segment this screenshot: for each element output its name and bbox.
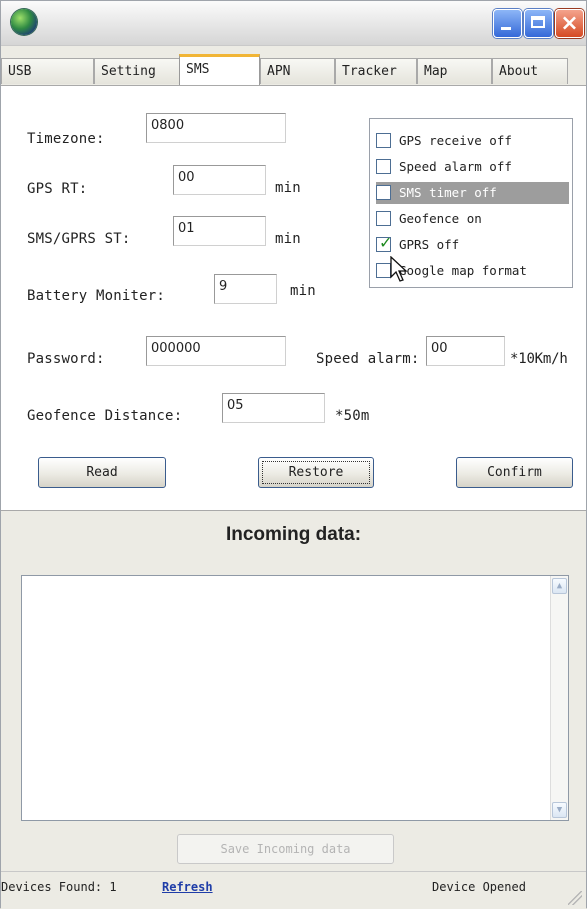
option-geofence-on[interactable]: Geofence on xyxy=(376,208,569,230)
status-bar: Devices Found: 1 Refresh Device Opened xyxy=(1,871,586,909)
sms-gprs-unit: min xyxy=(275,231,301,247)
checkbox-icon[interactable] xyxy=(376,159,391,174)
scroll-up-icon[interactable]: ▲ xyxy=(552,578,567,594)
tab-tracker[interactable]: Tracker xyxy=(335,58,417,84)
password-label: Password: xyxy=(27,351,105,367)
tab-label: USB xyxy=(8,64,32,79)
tab-bar: USB Setting SMS APN Tracker Map About xyxy=(1,54,586,85)
checkbox-icon[interactable] xyxy=(376,185,391,200)
option-gps-receive-off[interactable]: GPS receive off xyxy=(376,130,569,152)
geofence-distance-unit: *50m xyxy=(335,408,370,424)
tab-usb[interactable]: USB xyxy=(1,58,94,84)
option-label: GPS receive off xyxy=(399,133,512,148)
tab-map[interactable]: Map xyxy=(417,58,492,84)
tab-label: Tracker xyxy=(342,64,397,79)
speed-alarm-label: Speed alarm: xyxy=(316,351,420,367)
option-label: GPRS off xyxy=(399,237,460,252)
geofence-distance-input[interactable]: 05 xyxy=(222,393,325,423)
gps-rt-label: GPS RT: xyxy=(27,181,88,197)
checkmark-icon: ✓ xyxy=(379,233,393,252)
scroll-down-icon[interactable]: ▼ xyxy=(552,802,567,818)
option-sms-timer-off[interactable]: SMS timer off xyxy=(376,182,569,204)
checkbox-checked-icon[interactable]: ✓ xyxy=(376,233,392,252)
option-label: Speed alarm off xyxy=(399,159,512,174)
focus-outline xyxy=(262,461,370,484)
battery-monitor-input[interactable]: 9 xyxy=(214,274,277,304)
devices-found-text: Devices Found: 1 xyxy=(1,880,117,894)
minimize-button[interactable] xyxy=(493,9,522,38)
sms-settings-panel: Timezone: 0800 GPS RT: 00 min SMS/GPRS S… xyxy=(1,85,586,511)
incoming-data-textarea[interactable]: ▲ ▼ xyxy=(21,575,569,821)
tab-label: Map xyxy=(424,64,448,79)
mouse-pointer-icon xyxy=(390,256,408,282)
save-incoming-data-button: Save Incoming data xyxy=(177,834,394,864)
confirm-button[interactable]: Confirm xyxy=(456,457,573,488)
sms-gprs-input[interactable]: 01 xyxy=(173,216,266,246)
tab-setting[interactable]: Setting xyxy=(94,58,180,84)
gps-rt-input[interactable]: 00 xyxy=(173,165,266,195)
vertical-scrollbar[interactable]: ▲ ▼ xyxy=(550,576,568,820)
application-window: × USB Setting SMS APN Tracker Map About … xyxy=(0,0,587,909)
close-icon: × xyxy=(560,11,579,36)
battery-monitor-unit: min xyxy=(290,283,316,299)
speed-alarm-unit: *10Km/h xyxy=(510,351,568,367)
app-globe-icon xyxy=(11,9,37,35)
resize-grip-icon[interactable] xyxy=(568,891,582,905)
checkbox-icon[interactable] xyxy=(376,263,391,278)
restore-button[interactable]: Restore xyxy=(258,457,374,488)
sms-gprs-label: SMS/GPRS ST: xyxy=(27,231,131,247)
maximize-button[interactable] xyxy=(524,9,553,38)
password-input[interactable]: 000000 xyxy=(146,336,286,366)
tab-label: About xyxy=(499,64,539,79)
option-label: Geofence on xyxy=(399,211,482,226)
incoming-data-heading: Incoming data: xyxy=(225,524,362,545)
refresh-link[interactable]: Refresh xyxy=(162,880,213,894)
maximize-icon xyxy=(531,16,545,28)
tab-about[interactable]: About xyxy=(492,58,568,84)
close-button[interactable]: × xyxy=(555,9,584,38)
tab-label: APN xyxy=(267,64,291,79)
tab-label: Setting xyxy=(101,64,156,79)
option-label: SMS timer off xyxy=(399,185,497,200)
timezone-label: Timezone: xyxy=(27,131,105,147)
option-label: Google map format xyxy=(399,263,527,278)
checkbox-icon[interactable] xyxy=(376,211,391,226)
tab-sms[interactable]: SMS xyxy=(179,54,260,85)
speed-alarm-input[interactable]: 00 xyxy=(426,336,505,366)
checkbox-icon[interactable] xyxy=(376,133,391,148)
title-bar: × xyxy=(1,1,586,46)
gps-rt-unit: min xyxy=(275,180,301,196)
tab-label: SMS xyxy=(186,62,210,77)
geofence-distance-label: Geofence Distance: xyxy=(27,408,183,424)
option-gprs-off[interactable]: ✓ GPRS off xyxy=(376,233,569,256)
read-button[interactable]: Read xyxy=(38,457,166,488)
tab-apn[interactable]: APN xyxy=(260,58,335,84)
timezone-input[interactable]: 0800 xyxy=(146,113,286,143)
option-speed-alarm-off[interactable]: Speed alarm off xyxy=(376,156,569,178)
minimize-icon xyxy=(501,27,511,30)
battery-monitor-label: Battery Moniter: xyxy=(27,288,166,304)
device-state-text: Device Opened xyxy=(432,880,526,894)
